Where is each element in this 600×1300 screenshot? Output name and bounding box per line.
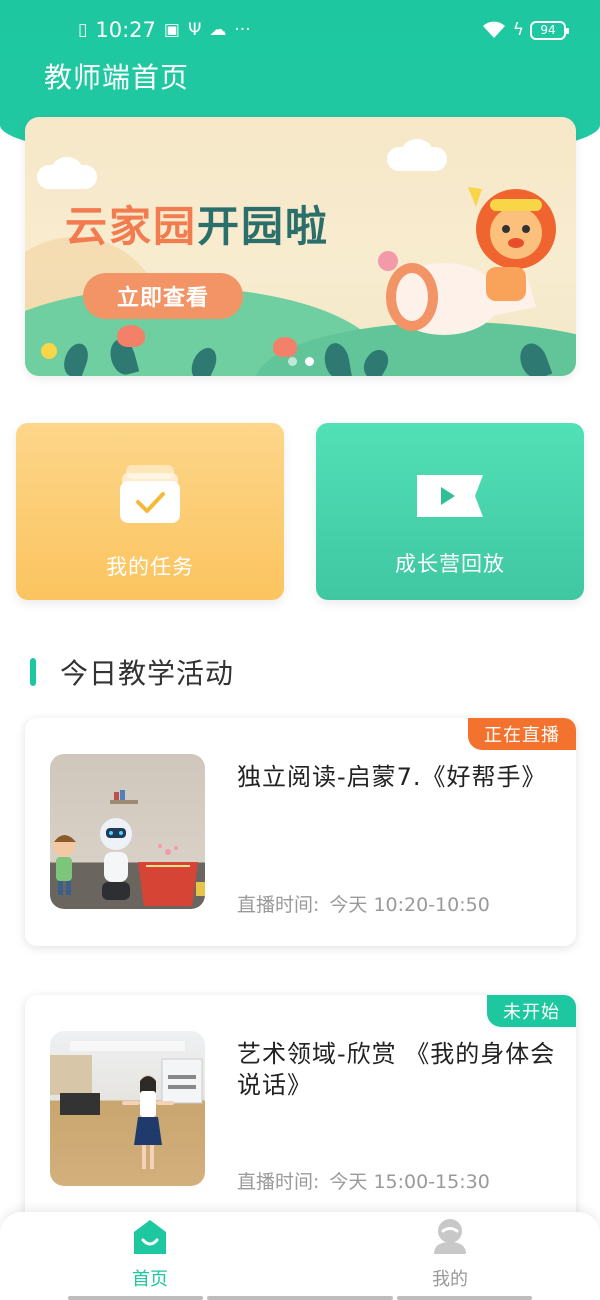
flower-icon [117,325,145,347]
activity-time: 直播时间: 今天 15:00-15:30 [237,1171,490,1193]
app-notification-icon: ▣ [163,20,180,40]
flower-icon [273,337,297,357]
banner-pagination [25,357,576,366]
task-check-icon [118,463,182,532]
charging-icon: ϟ [512,20,524,40]
activity-time: 直播时间: 今天 10:20-10:50 [237,894,490,916]
status-time: 10:27 [95,18,156,42]
activity-title: 艺术领域-欣赏 《我的身体会说话》 [237,1040,556,1099]
usb-icon: Ψ [187,20,202,40]
system-gesture-bar [207,1296,393,1300]
activity-thumbnail [50,1031,205,1186]
activity-title: 独立阅读-启蒙7.《好帮手》 [237,763,547,791]
activity-card[interactable]: 未开始 艺术领域-欣赏 《我的身体会说话》 直播时间: 今天 15:00-15:3… [25,995,576,1223]
lion-mascot-illustration [378,187,556,335]
cloud-icon: ☁ [209,20,227,40]
section-title: 今日教学活动 [60,657,235,690]
cloud-decoration [401,139,433,167]
more-icon: ··· [234,20,251,40]
section-accent-bar [30,658,36,686]
pagination-dot[interactable] [287,357,297,366]
system-gesture-bar [397,1296,532,1300]
promo-banner[interactable]: 云家园开园啦 立即查看 [25,117,576,376]
nav-item-mine[interactable]: 我的 [390,1218,510,1291]
pagination-dot-active[interactable] [304,357,314,366]
nav-label-mine: 我的 [432,1269,468,1290]
user-icon [434,1219,466,1254]
status-badge: 正在直播 [468,718,576,750]
growth-camp-replay-card[interactable]: 成长营回放 [316,423,584,600]
wifi-icon [482,21,505,38]
bottom-navigation: 首页 我的 [0,1212,600,1300]
battery-level: 94 [530,20,569,40]
video-play-icon [415,473,485,524]
my-tasks-label: 我的任务 [106,555,194,579]
sim-card-icon: ▯ [78,20,88,40]
growth-camp-replay-label: 成长营回放 [395,552,505,576]
status-badge: 未开始 [487,995,576,1027]
system-gesture-bar [68,1296,203,1300]
cloud-decoration [51,157,83,185]
banner-title: 云家园开园啦 [65,202,330,251]
nav-label-home: 首页 [132,1269,168,1290]
home-icon [134,1220,166,1254]
page-title: 教师端首页 [44,61,190,94]
section-header: 今日教学活动 [30,652,234,692]
view-now-button[interactable]: 立即查看 [83,273,243,319]
my-tasks-card[interactable]: 我的任务 [16,423,284,600]
activity-card[interactable]: 正在直播 独立阅读-启蒙7.《好帮手》 直播时间: 今天 10:20-10:50 [25,718,576,946]
status-bar: ▯ 10:27 ▣ Ψ ☁ ··· ϟ 94 [0,18,600,50]
activity-thumbnail [50,754,205,909]
nav-item-home[interactable]: 首页 [90,1218,210,1291]
